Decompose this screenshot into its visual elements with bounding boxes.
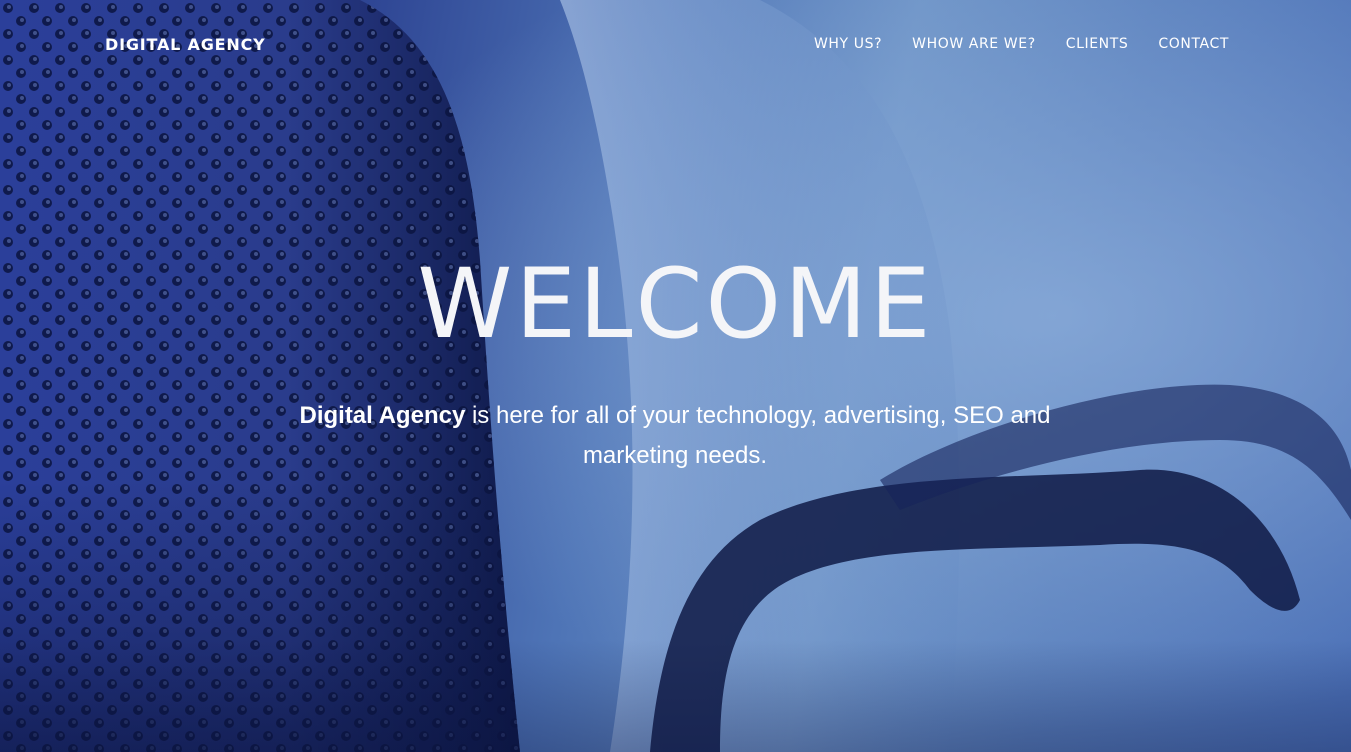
hero-tagline: Digital Agency is here for all of your t…: [290, 396, 1060, 476]
hero-section: DIGITAL AGENCY WHY US? WHOW ARE WE? CLIE…: [0, 0, 1351, 752]
hero-heading: WELCOME: [417, 248, 934, 360]
nav-link-who-are-we[interactable]: WHOW ARE WE?: [912, 36, 1036, 52]
nav-link-why-us[interactable]: WHY US?: [814, 36, 882, 52]
top-navbar: DIGITAL AGENCY WHY US? WHOW ARE WE? CLIE…: [0, 0, 1351, 90]
nav-links: WHY US? WHOW ARE WE? CLIENTS CONTACT: [814, 36, 1229, 52]
nav-link-contact[interactable]: CONTACT: [1158, 36, 1229, 52]
tagline-brand-name: Digital Agency: [299, 402, 466, 429]
nav-link-clients[interactable]: CLIENTS: [1066, 36, 1129, 52]
hero-background-image: [0, 0, 1351, 752]
brand-logo-link[interactable]: DIGITAL AGENCY: [105, 35, 266, 54]
tagline-text: is here for all of your technology, adve…: [465, 402, 1051, 469]
